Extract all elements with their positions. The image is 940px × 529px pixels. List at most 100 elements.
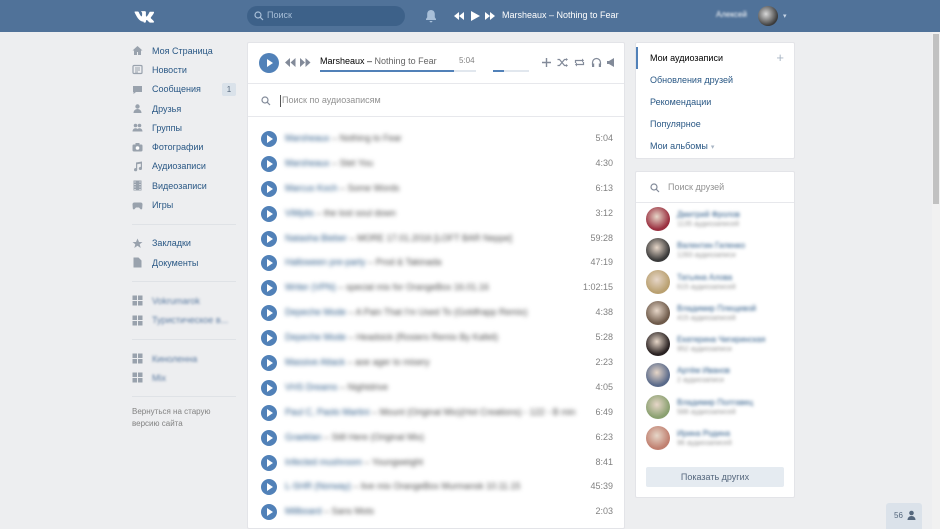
chevron-down-icon[interactable]: ▾: [783, 12, 787, 20]
track-row[interactable]: Graeklan – Still Here (Original Mix) 6:23: [248, 425, 624, 450]
bell-icon[interactable]: [425, 9, 437, 23]
headphones-icon[interactable]: [591, 57, 602, 68]
menu-item[interactable]: Vokrumarok: [132, 291, 240, 310]
track-row[interactable]: Marsheaux – Stet You 4:30: [248, 151, 624, 176]
track-title[interactable]: Graeklan – Still Here (Original Mix): [285, 432, 424, 442]
track-title[interactable]: Natasha Bieber – MORE 17.01.2016 [LOFT B…: [285, 233, 512, 243]
audio-section-item[interactable]: Рекомендации: [636, 91, 794, 113]
friend-name[interactable]: Екатерина Чигиринская: [677, 335, 765, 344]
menu-item[interactable]: Видеозаписи: [132, 176, 240, 195]
track-title[interactable]: Depeche Mode – Headsick (Rosiers Remix B…: [285, 332, 498, 342]
track-row[interactable]: VHS Dreams – Nightdrive 4:05: [248, 375, 624, 400]
friend-name[interactable]: Дмитрий Фролов: [677, 210, 740, 219]
user-name[interactable]: Алексей: [716, 10, 747, 19]
repeat-icon[interactable]: [574, 57, 585, 68]
friend-row[interactable]: Дмитрий Фролов 1135 аудиозаписей: [636, 203, 794, 234]
friend-name[interactable]: Владимир Плещевой: [677, 304, 756, 313]
track-play-button[interactable]: [261, 429, 277, 446]
track-play-button[interactable]: [261, 305, 277, 322]
track-title[interactable]: Millboard – Sans Mots: [285, 506, 374, 516]
now-playing-label[interactable]: Marsheaux – Nothing to Fear: [320, 56, 437, 66]
track-row[interactable]: Depeche Mode – Headsick (Rosiers Remix B…: [248, 325, 624, 350]
header-prev-icon[interactable]: [453, 10, 465, 22]
track-play-button[interactable]: [261, 504, 277, 521]
track-row[interactable]: Paul C, Paolo Martini – Mount (Original …: [248, 400, 624, 425]
friend-row[interactable]: Артём Иванов 2 аудиозаписи: [636, 359, 794, 390]
add-icon[interactable]: +: [776, 47, 784, 69]
friend-avatar[interactable]: [646, 238, 670, 263]
track-row[interactable]: Writer (VPN) – special mix for OrangeBox…: [248, 275, 624, 300]
menu-item[interactable]: Аудиозаписи: [132, 157, 240, 176]
old-version-link[interactable]: Вернуться на старую версию сайта: [132, 406, 232, 430]
friend-row[interactable]: Екатерина Чигиринская 952 аудиозаписи: [636, 328, 794, 359]
track-play-button[interactable]: [261, 131, 277, 147]
friend-row[interactable]: Валентин Гиленко 1283 аудиозаписи: [636, 234, 794, 265]
menu-item[interactable]: Фотографии: [132, 137, 240, 156]
track-row[interactable]: Massive Attack – aoe ager to misery 2:23: [248, 350, 624, 375]
friend-avatar[interactable]: [646, 426, 670, 451]
track-row[interactable]: Millboard – Sans Mots 2:03: [248, 499, 624, 524]
track-row[interactable]: ViMplis – the lost soul down 3:12: [248, 201, 624, 226]
friend-row[interactable]: Владимир Плещевой 415 аудиозаписей: [636, 297, 794, 328]
friend-avatar[interactable]: [646, 300, 670, 325]
next-icon[interactable]: [300, 58, 311, 67]
scrollbar-thumb[interactable]: [933, 34, 939, 204]
track-row[interactable]: Natasha Bieber – MORE 17.01.2016 [LOFT B…: [248, 226, 624, 251]
track-row[interactable]: Marcus Koch – Some Words 6:13: [248, 176, 624, 201]
broadcast-icon[interactable]: [606, 57, 617, 68]
user-avatar[interactable]: [758, 6, 778, 26]
track-title[interactable]: Marcus Koch – Some Words: [285, 183, 399, 193]
friend-avatar[interactable]: [646, 394, 670, 419]
track-play-button[interactable]: [261, 280, 277, 297]
header-now-playing[interactable]: Marsheaux – Nothing to Fear: [502, 10, 619, 20]
friend-avatar[interactable]: [646, 269, 670, 294]
track-play-button[interactable]: [261, 180, 277, 197]
track-play-button[interactable]: [261, 155, 277, 172]
track-title[interactable]: Infected mushroom – Youngweight: [285, 457, 423, 467]
menu-item[interactable]: Новости: [132, 60, 240, 79]
header-search-input[interactable]: Поиск: [247, 6, 405, 26]
track-play-button[interactable]: [261, 330, 277, 347]
track-row[interactable]: Depeche Mode – A Pain That I'm Used To (…: [248, 300, 624, 325]
track-play-button[interactable]: [261, 255, 277, 272]
menu-item[interactable]: Киноленна: [132, 349, 240, 368]
friend-row[interactable]: Ирина Родина 96 аудиозаписей: [636, 422, 794, 453]
track-row[interactable]: Halloween pre-party – Prod & Takinada 47:…: [248, 250, 624, 275]
audio-search-input[interactable]: Поиск по аудиозаписям: [248, 85, 624, 117]
menu-item[interactable]: Закладки: [132, 234, 240, 253]
menu-item[interactable]: Моя Страница: [132, 41, 240, 60]
friend-name[interactable]: Владимир Полтавец: [677, 398, 753, 407]
track-title[interactable]: Halloween pre-party – Prod & Takinada: [285, 257, 441, 267]
track-title[interactable]: ViMplis – the lost soul down: [285, 208, 396, 218]
track-row[interactable]: L-SHR (Norway) – live mix OrangeBox Murm…: [248, 474, 624, 499]
friends-search-input[interactable]: Поиск друзей: [636, 172, 794, 203]
shuffle-icon[interactable]: [557, 57, 568, 68]
track-title[interactable]: VHS Dreams – Nightdrive: [285, 382, 388, 392]
header-play-icon[interactable]: [469, 10, 481, 22]
audio-section-item[interactable]: Мои альбомы ▾: [636, 135, 794, 157]
menu-item[interactable]: Документы: [132, 253, 240, 272]
track-play-button[interactable]: [261, 230, 277, 247]
menu-item[interactable]: Туристическое в...: [132, 311, 240, 330]
menu-item[interactable]: Сообщения 1: [132, 80, 240, 99]
audio-section-item[interactable]: Обновления друзей: [636, 69, 794, 91]
friend-avatar[interactable]: [646, 332, 670, 357]
track-play-button[interactable]: [261, 355, 277, 372]
track-row[interactable]: Marsheaux – Nothing to Fear 5:04: [248, 126, 624, 151]
menu-item[interactable]: Друзья: [132, 99, 240, 118]
volume-slider[interactable]: [493, 70, 529, 72]
show-more-friends-button[interactable]: Показать других: [646, 467, 784, 487]
track-play-button[interactable]: [261, 404, 277, 421]
track-row[interactable]: Infected mushroom – Youngweight 8:41: [248, 450, 624, 475]
friend-avatar[interactable]: [646, 207, 670, 231]
friend-name[interactable]: Ирина Родина: [677, 429, 730, 438]
audio-section-item[interactable]: Мои аудиозаписи +: [636, 47, 794, 69]
track-title[interactable]: Paul C, Paolo Martini – Mount (Original …: [285, 407, 576, 417]
track-title[interactable]: Massive Attack – aoe ager to misery: [285, 357, 430, 367]
chat-button[interactable]: 56: [886, 503, 922, 529]
track-play-button[interactable]: [261, 205, 277, 222]
friend-avatar[interactable]: [646, 363, 670, 388]
audio-section-item[interactable]: Популярное: [636, 113, 794, 135]
menu-item[interactable]: Игры: [132, 195, 240, 214]
add-icon[interactable]: [541, 57, 552, 68]
